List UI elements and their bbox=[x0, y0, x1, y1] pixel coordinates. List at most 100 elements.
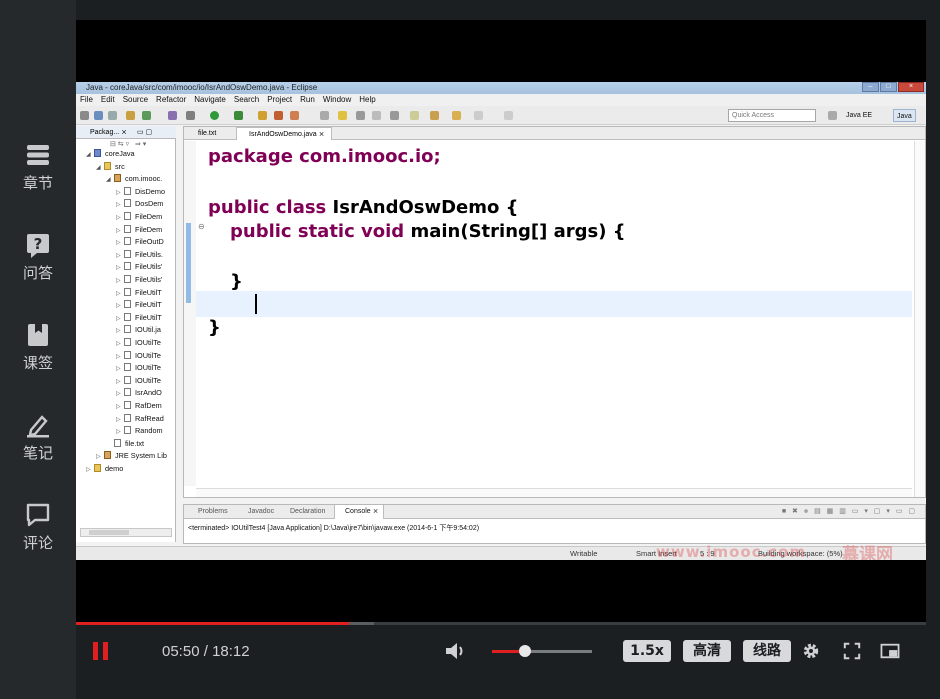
code-editor: file.txt IsrAndOswDemo.java ⨯ package co… bbox=[183, 126, 926, 498]
tree-expander-icon: ▷ bbox=[116, 252, 121, 259]
folder-icon bbox=[94, 464, 101, 472]
tree-item: ▷ FileDem bbox=[116, 224, 162, 236]
tree-expander-icon: ▷ bbox=[86, 467, 91, 473]
editor-tab-label: file.txt bbox=[198, 130, 217, 137]
file-icon bbox=[124, 237, 131, 246]
tree-expander-icon: ▷ bbox=[116, 189, 121, 196]
rail-item-qa[interactable]: ? 问答 bbox=[0, 232, 76, 292]
video-area[interactable]: Java - coreJava/src/com/imooc/io/IsrAndO… bbox=[76, 20, 926, 624]
file-icon bbox=[124, 363, 131, 372]
code-keyword-public-class: public class bbox=[208, 197, 327, 218]
next-annotation-icon bbox=[410, 111, 419, 120]
menu-navigate: Navigate bbox=[194, 95, 226, 104]
tree-item: ▷ JRE System Lib bbox=[96, 450, 167, 462]
tree-item: ▷ IOUtilTe bbox=[116, 362, 161, 374]
time-display: 05:50 / 18:12 bbox=[162, 643, 250, 660]
tree-expander-icon: ◢ bbox=[106, 177, 111, 184]
save-all-icon bbox=[108, 111, 117, 120]
rail-item-comments[interactable]: 评论 bbox=[0, 502, 76, 562]
tab-console-label: Console bbox=[345, 508, 371, 515]
tree-item-label: FileUtils. bbox=[135, 249, 163, 259]
tree-item-label: IOUtilTe bbox=[135, 363, 161, 373]
rail-item-bookmarks[interactable]: 课签 bbox=[0, 322, 76, 382]
tab-declaration: Declaration bbox=[290, 508, 326, 515]
tree-item-label: RafDem bbox=[135, 401, 162, 410]
volume-icon[interactable] bbox=[444, 641, 466, 661]
settings-gear-icon[interactable] bbox=[801, 642, 821, 660]
tree-item: ▷ IOUtilTe bbox=[116, 337, 161, 349]
quality-button[interactable]: 高清 bbox=[683, 640, 731, 662]
tree-item-label: JRE System Lib bbox=[115, 451, 167, 461]
tree-item-label: FileUtilT bbox=[135, 287, 162, 297]
explorer-hscroll bbox=[80, 528, 172, 537]
volume-slider[interactable] bbox=[492, 645, 592, 657]
package-explorer: Packag... ⨯ ▭ ▢ ⊟ ⇆ ▿ ⇒ ▾ ◢ coreJava ◢ src ◢… bbox=[76, 126, 176, 542]
console-tabs: Problems Javadoc Declaration Console ⨯ ■… bbox=[184, 505, 925, 519]
file-icon bbox=[124, 249, 131, 258]
new-icon bbox=[80, 111, 89, 120]
pause-button[interactable] bbox=[93, 642, 111, 660]
folder-icon bbox=[104, 161, 111, 170]
tree-item: ▷ RafDem bbox=[116, 400, 162, 412]
project-icon bbox=[94, 149, 101, 157]
forward-icon bbox=[474, 111, 483, 120]
rail-label-notes: 笔记 bbox=[22, 444, 53, 462]
open-type-icon bbox=[290, 111, 299, 120]
tree-expander-icon: ▷ bbox=[116, 227, 121, 234]
side-rail: 章节 ? 问答 课签 笔记 评论 bbox=[0, 0, 76, 699]
menu-window: Window bbox=[322, 95, 352, 104]
file-icon bbox=[124, 426, 131, 435]
rail-label-bookmarks: 课签 bbox=[22, 354, 53, 372]
file-icon bbox=[124, 312, 131, 321]
perspective-java: Java bbox=[893, 109, 916, 122]
menu-file: File bbox=[80, 95, 93, 104]
mini-window-icon[interactable] bbox=[880, 642, 900, 660]
tree-item: ▷ FileUtils' bbox=[116, 261, 162, 273]
tree-item: ▷ IOUtil.ja bbox=[116, 324, 161, 336]
rail-item-chapters[interactable]: 章节 bbox=[0, 142, 76, 202]
menu-help: Help bbox=[359, 95, 376, 104]
fullscreen-icon[interactable] bbox=[842, 642, 862, 660]
tree-item-label: RafRead bbox=[135, 413, 164, 423]
change-marker bbox=[186, 223, 191, 303]
new-package-icon bbox=[258, 111, 267, 120]
save-icon bbox=[94, 111, 103, 120]
tree-expander-icon: ▷ bbox=[116, 341, 121, 347]
pause-icon bbox=[93, 642, 98, 660]
file-icon bbox=[124, 212, 131, 220]
tree-item: ▷ FileDem bbox=[116, 211, 162, 223]
tree-expander-icon: ▷ bbox=[116, 328, 121, 335]
volume-knob[interactable] bbox=[519, 645, 531, 657]
tree-expander-icon: ▷ bbox=[116, 366, 121, 373]
code-close-class: } bbox=[208, 317, 221, 338]
rail-item-notes[interactable]: 笔记 bbox=[0, 412, 76, 472]
tree-item: ◢ coreJava bbox=[86, 148, 135, 160]
tree-item-label: IOUtil.ja bbox=[135, 325, 161, 335]
tree-item-label: src bbox=[115, 161, 125, 171]
tree-item-label: FileUtilT bbox=[135, 300, 162, 310]
run-icon bbox=[210, 111, 219, 120]
eclipse-titlebar: Java - coreJava/src/com/imooc/io/IsrAndO… bbox=[76, 82, 926, 94]
code-class-name: IsrAndOswDemo { bbox=[326, 197, 519, 218]
tree-expander-icon: ▷ bbox=[116, 404, 121, 410]
tree-item-label: FileDem bbox=[135, 224, 163, 234]
code-line-1: package com.imooc.io; bbox=[208, 146, 441, 167]
editor-hscroll bbox=[196, 488, 912, 497]
tree-item: ▷ IOUtilTe bbox=[116, 350, 161, 362]
current-line-highlight bbox=[196, 291, 912, 317]
console-toolbar: ■ ✖ ⨳ ▤ ▦ ▥ ▭ ▾ ▢ ▾ ▭ ▢ bbox=[781, 508, 917, 515]
file-icon bbox=[124, 338, 131, 346]
tree-item: ▷ FileUtils' bbox=[116, 274, 162, 286]
tree-item: ▷ demo bbox=[86, 463, 123, 475]
rail-label-qa: 问答 bbox=[22, 264, 53, 282]
file-icon bbox=[124, 401, 131, 409]
tree-item-label: IOUtilTe bbox=[135, 338, 161, 347]
external-tools-icon bbox=[234, 111, 243, 120]
route-button[interactable]: 线路 bbox=[743, 640, 791, 662]
tree-expander-icon: ▷ bbox=[116, 429, 121, 436]
speed-button[interactable]: 1.5x bbox=[623, 640, 671, 662]
file-icon bbox=[124, 287, 131, 296]
tree-expander-icon: ▷ bbox=[96, 454, 101, 461]
eclipse-title: Java - coreJava/src/com/imooc/io/IsrAndO… bbox=[86, 83, 318, 92]
code-main-signature: main(String[] args) { bbox=[404, 221, 626, 242]
